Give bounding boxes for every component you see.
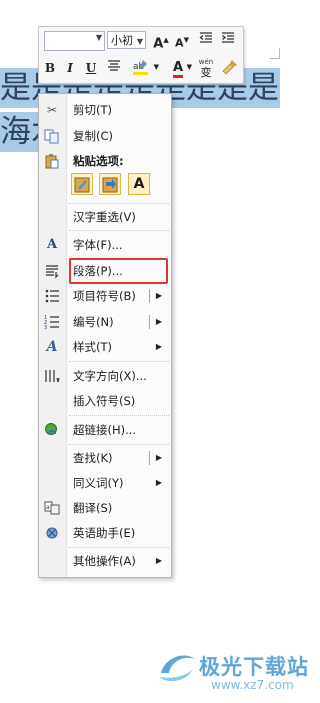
- shrink-font-button[interactable]: A▼: [173, 31, 191, 50]
- align-center-icon: [108, 60, 120, 71]
- scissors-icon: ✂: [46, 103, 58, 117]
- menu-item-text-direction[interactable]: 文字方向(X)...: [39, 365, 171, 387]
- text-direction-icon: [44, 368, 60, 384]
- translate-icon: a: [44, 500, 60, 516]
- svg-text:a: a: [46, 504, 50, 511]
- menu-separator: [69, 547, 169, 548]
- menu-item-paste-options: 粘贴选项:: [39, 150, 171, 172]
- watermark-logo: [159, 655, 195, 682]
- paragraph-highlight-annotation: [69, 258, 168, 284]
- page-margin-corner-marker: [269, 48, 280, 59]
- menu-item-translate[interactable]: a 翻译(S): [39, 497, 171, 519]
- hyperlink-icon: [44, 422, 60, 438]
- paste-keep-text-only-button[interactable]: A: [128, 173, 150, 195]
- italic-button[interactable]: I: [62, 59, 78, 77]
- center-align-button[interactable]: [105, 59, 123, 77]
- split-divider: [149, 451, 150, 465]
- submenu-arrow-icon[interactable]: ▶: [156, 285, 162, 307]
- font-size-combobox[interactable]: 小初 ▼: [107, 31, 146, 49]
- decrease-indent-icon: [199, 32, 212, 43]
- styles-icon: A: [46, 339, 58, 355]
- menu-item-bullets[interactable]: 项目符号(B) ▶: [39, 285, 171, 307]
- menu-separator: [69, 361, 169, 362]
- mini-formatting-toolbar: ▼ 小初 ▼ A▲ A▼ B I U ab ▼ A ▼ wén 变: [38, 26, 244, 84]
- decrease-indent-button[interactable]: [197, 31, 215, 49]
- numbering-icon: 123: [44, 314, 60, 331]
- paste-keep-source-formatting-button[interactable]: [71, 173, 93, 195]
- format-painter-icon: [222, 60, 237, 75]
- bold-button[interactable]: B: [42, 59, 58, 77]
- paste-keep-source-icon: [74, 177, 90, 193]
- paste-merge-icon: [102, 177, 118, 193]
- copy-icon: [44, 128, 60, 144]
- highlight-color-button[interactable]: ab ▼: [127, 58, 159, 76]
- menu-item-copy[interactable]: 复制(C): [39, 125, 171, 147]
- font-color-button[interactable]: A ▼: [166, 58, 192, 78]
- menu-separator: [69, 444, 169, 445]
- format-painter-button[interactable]: [221, 59, 239, 77]
- menu-item-english-assistant[interactable]: 英语助手(E): [39, 522, 171, 544]
- menu-item-reconvert[interactable]: 汉字重选(V): [39, 206, 171, 228]
- clipboard-icon: [44, 153, 60, 169]
- menu-item-hyperlink[interactable]: 超链接(H)...: [39, 419, 171, 441]
- submenu-arrow-icon: ▶: [155, 478, 162, 487]
- menu-separator: [69, 230, 169, 231]
- font-size-value: 小初: [111, 34, 133, 47]
- paste-merge-formatting-button[interactable]: [99, 173, 121, 195]
- menu-item-styles[interactable]: A 样式(T) ▶: [39, 336, 171, 358]
- menu-item-font[interactable]: A 字体(F)...: [39, 234, 171, 256]
- increase-indent-icon: [222, 32, 234, 43]
- bullets-icon: [44, 288, 60, 304]
- submenu-arrow-icon: ▶: [155, 342, 162, 351]
- split-divider: [149, 289, 150, 303]
- split-divider: [149, 315, 150, 329]
- chevron-down-icon: ▼: [136, 37, 143, 46]
- increase-indent-button[interactable]: [219, 31, 237, 49]
- watermark-url: www.xz7.com: [211, 678, 294, 692]
- svg-text:3: 3: [44, 325, 47, 330]
- watermark-title: 极光下载站: [199, 655, 309, 679]
- phonetic-guide-button[interactable]: wén 变: [197, 55, 215, 78]
- highlighter-icon: ab: [133, 60, 148, 75]
- chevron-down-icon: ▼: [95, 33, 102, 42]
- menu-separator: [69, 203, 169, 204]
- context-menu: ✂ 剪切(T) 复制(C) 粘贴选项: A 汉字重选(V) A 字体(F)...…: [38, 93, 172, 578]
- menu-item-other-actions[interactable]: 其他操作(A) ▶: [39, 550, 171, 572]
- menu-item-find[interactable]: 查找(K) ▶: [39, 447, 171, 469]
- menu-item-cut[interactable]: ✂ 剪切(T): [39, 99, 171, 121]
- paragraph-icon: [44, 263, 60, 279]
- underline-button[interactable]: U: [83, 59, 99, 77]
- grow-font-button[interactable]: A▲: [152, 31, 170, 51]
- submenu-arrow-icon: ▶: [155, 556, 162, 565]
- submenu-arrow-icon[interactable]: ▶: [156, 447, 162, 469]
- menu-item-insert-symbol[interactable]: 插入符号(S): [39, 390, 171, 412]
- menu-separator: [69, 415, 169, 416]
- menu-item-numbering[interactable]: 123 编号(N) ▶: [39, 311, 171, 333]
- submenu-arrow-icon[interactable]: ▶: [156, 311, 162, 333]
- english-assistant-icon: [44, 525, 60, 541]
- font-name-combobox[interactable]: ▼: [44, 31, 105, 51]
- font-icon: A: [46, 237, 58, 252]
- menu-item-synonyms[interactable]: 同义词(Y) ▶: [39, 472, 171, 494]
